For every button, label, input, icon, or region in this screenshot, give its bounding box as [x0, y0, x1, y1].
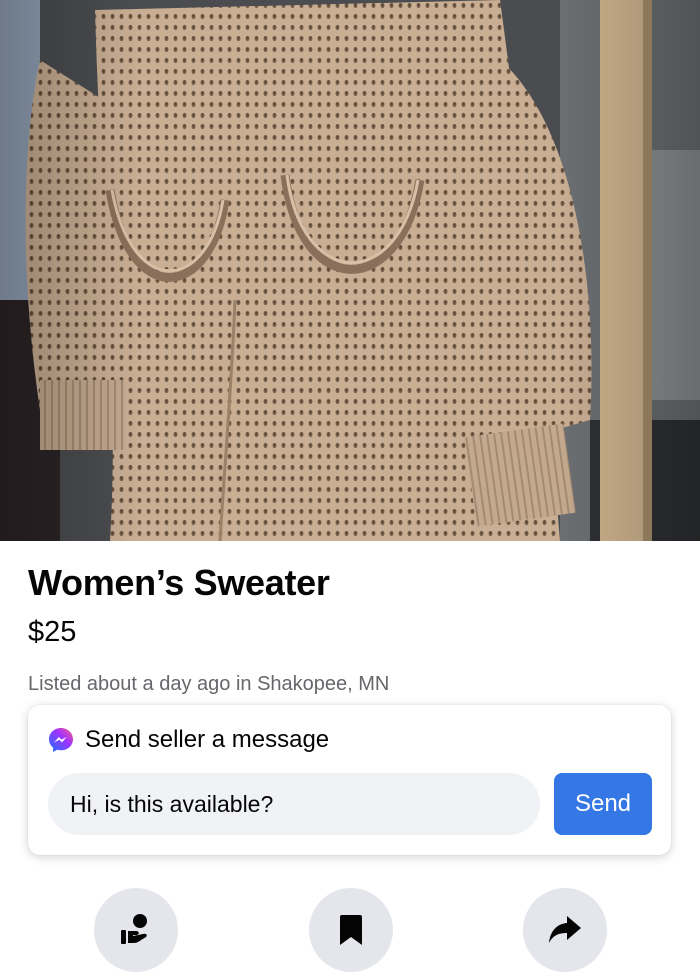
messenger-icon [47, 726, 75, 754]
bookmark-icon [340, 915, 362, 945]
action-bar [0, 888, 700, 976]
seller-profile-button[interactable] [94, 888, 178, 972]
message-header: Send seller a message [47, 725, 329, 755]
save-button[interactable] [309, 888, 393, 972]
listing-meta: Listed about a day ago in Shakopee, MN [28, 673, 390, 695]
seller-profile-icon [121, 914, 147, 944]
message-input[interactable]: Hi, is this available? [48, 773, 540, 835]
message-seller-card: Send seller a message Hi, is this availa… [28, 705, 671, 855]
listing-title: Women’s Sweater [28, 562, 330, 603]
share-icon [549, 916, 581, 943]
sweater-image [0, 0, 700, 541]
message-header-label: Send seller a message [85, 726, 330, 753]
share-button[interactable] [523, 888, 607, 972]
listing-price: $25 [28, 616, 77, 648]
send-button[interactable]: Send [554, 773, 652, 835]
listing-photo[interactable] [0, 0, 700, 541]
